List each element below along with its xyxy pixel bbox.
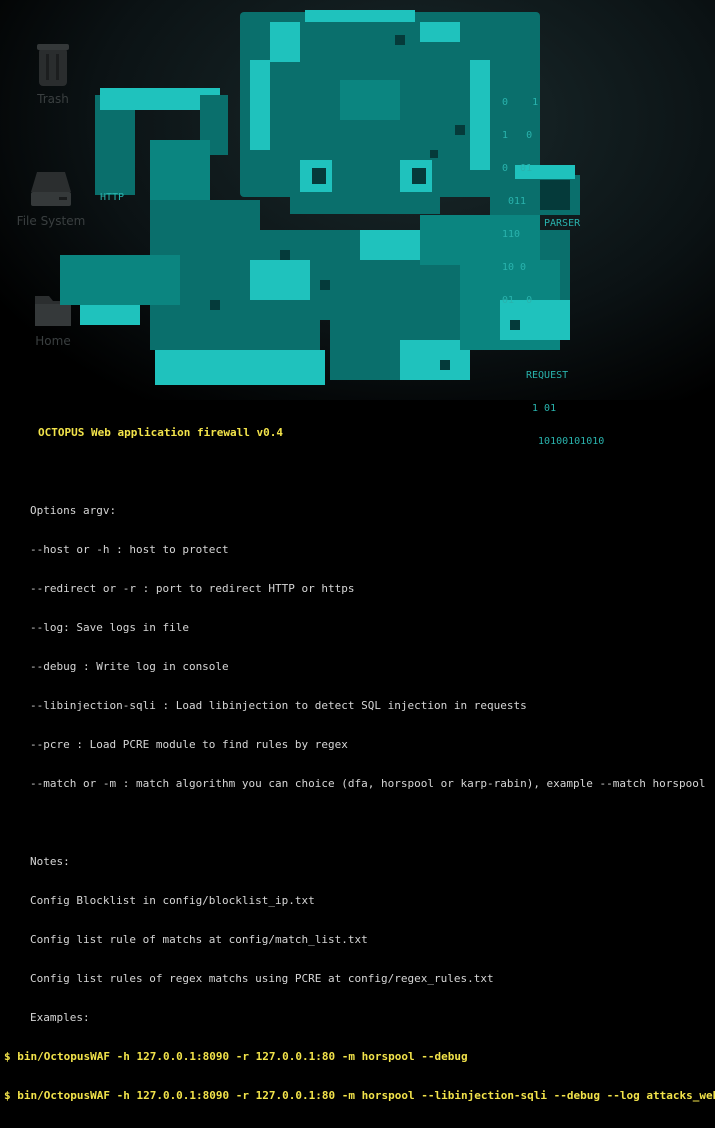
terminal-line: Options argv: bbox=[30, 504, 117, 517]
http-label: HTTP bbox=[100, 192, 125, 203]
terminal-line: Config list rule of matchs at config/mat… bbox=[30, 933, 368, 946]
example-command[interactable]: $ bin/OctopusWAF -h 127.0.0.1:8090 -r 12… bbox=[4, 1089, 715, 1102]
terminal-line: Examples: bbox=[30, 1011, 90, 1024]
binary-line: 10 0 bbox=[502, 262, 527, 273]
terminal-line: --pcre : Load PCRE module to find rules … bbox=[30, 738, 348, 751]
terminal-line: Config list rules of regex matchs using … bbox=[30, 972, 494, 985]
app-title: OCTOPUS Web application firewall v0.4 bbox=[38, 426, 284, 439]
terminal-line: --redirect or -r : port to redirect HTTP… bbox=[30, 582, 355, 595]
terminal-line: --libinjection-sqli : Load libinjection … bbox=[30, 699, 527, 712]
request-line: REQUEST bbox=[526, 370, 569, 381]
binary-line: 0 1 bbox=[502, 97, 539, 108]
binary-line: 110 bbox=[502, 229, 521, 240]
terminal-line: Config Blocklist in config/blocklist_ip.… bbox=[30, 894, 315, 907]
binary-line: 0 01 bbox=[502, 163, 533, 174]
terminal-line: --match or -m : match algorithm you can … bbox=[30, 777, 706, 790]
binary-stream: 0 1 1 0 0 01 011 110 10 0 01 0 bbox=[502, 75, 538, 328]
parser-label: PARSER bbox=[544, 218, 581, 229]
terminal-line: --log: Save logs in file bbox=[30, 621, 189, 634]
terminal-output: OCTOPUS Web application firewall v0.4 Op… bbox=[4, 400, 715, 1128]
terminal-line: Notes: bbox=[30, 855, 70, 868]
binary-line: 1 0 bbox=[502, 130, 533, 141]
terminal-line: --debug : Write log in console bbox=[30, 660, 229, 673]
binary-line: 01 0 bbox=[502, 295, 533, 306]
example-command[interactable]: $ bin/OctopusWAF -h 127.0.0.1:8090 -r 12… bbox=[4, 1050, 710, 1063]
screen: Trash File System Home 0 1 1 0 0 01 011 … bbox=[0, 0, 715, 1102]
terminal-line: --host or -h : host to protect bbox=[30, 543, 229, 556]
binary-line: 011 bbox=[502, 196, 527, 207]
